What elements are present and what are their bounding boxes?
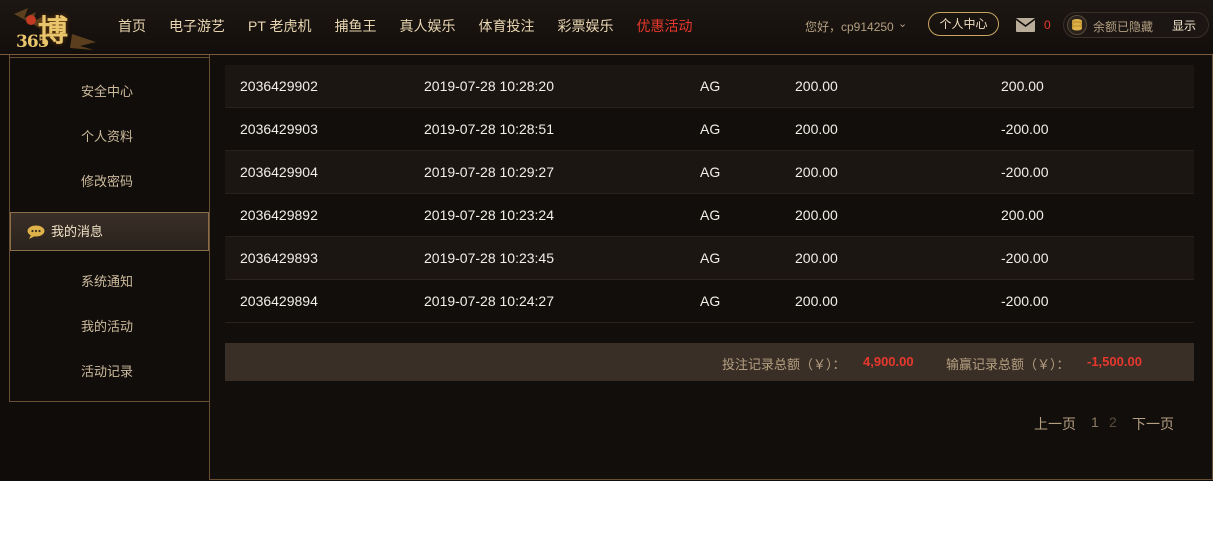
cell-win-loss: -200.00	[1001, 164, 1049, 180]
brand-logo[interactable]: 博 365	[10, 4, 100, 52]
sidebar: 安全中心 个人资料 修改密码 我的消息 系统通知 我的活动 活动记录	[9, 57, 210, 402]
cell-platform: AG	[700, 121, 721, 137]
sidebar-section-my-messages[interactable]: 我的消息	[10, 212, 209, 251]
nav-sports[interactable]: 体育投注	[479, 16, 535, 36]
cell-order-id: 2036429903	[240, 121, 318, 137]
table-row: 2036429903 2019-07-28 10:28:51 AG 200.00…	[225, 108, 1194, 151]
cell-platform: AG	[700, 250, 721, 266]
table-row: 2036429902 2019-07-28 10:28:20 AG 200.00…	[225, 65, 1194, 108]
cell-order-id: 2036429893	[240, 250, 318, 266]
cell-win-loss: -200.00	[1001, 121, 1049, 137]
table-row: 2036429904 2019-07-28 10:29:27 AG 200.00…	[225, 151, 1194, 194]
cell-time: 2019-07-28 10:23:24	[424, 207, 554, 223]
cell-time: 2019-07-28 10:28:20	[424, 78, 554, 94]
cell-bet-amount: 200.00	[795, 121, 838, 137]
bet-total-value: 4,900.00	[863, 354, 914, 369]
cell-time: 2019-07-28 10:23:45	[424, 250, 554, 266]
win-loss-total-label: 输赢记录总额（￥）：	[946, 357, 1070, 372]
chat-bubble-icon	[27, 225, 45, 239]
cell-time: 2019-07-28 10:24:27	[424, 293, 554, 309]
pagination-next-button[interactable]: 下一页	[1132, 414, 1174, 434]
sidebar-item-system-notice[interactable]: 系统通知	[10, 262, 209, 302]
nav-pt-slots[interactable]: PT 老虎机	[248, 16, 312, 36]
balance-box: 余额已隐藏 显示	[1063, 12, 1209, 38]
sidebar-item-change-password[interactable]: 修改密码	[10, 162, 209, 202]
sidebar-item-profile[interactable]: 个人资料	[10, 117, 209, 157]
cell-platform: AG	[700, 78, 721, 94]
sidebar-item-my-activities[interactable]: 我的活动	[10, 307, 209, 347]
table-row: 2036429894 2019-07-28 10:24:27 AG 200.00…	[225, 280, 1194, 323]
table-row: 2036429892 2019-07-28 10:23:24 AG 200.00…	[225, 194, 1194, 237]
main-content: 2036429902 2019-07-28 10:28:20 AG 200.00…	[209, 55, 1213, 480]
cell-bet-amount: 200.00	[795, 250, 838, 266]
nav-lottery[interactable]: 彩票娱乐	[558, 16, 614, 36]
pagination-prev-button[interactable]: 上一页	[1034, 414, 1076, 434]
cell-order-id: 2036429904	[240, 164, 318, 180]
nav-home[interactable]: 首页	[118, 16, 146, 36]
cell-time: 2019-07-28 10:29:27	[424, 164, 554, 180]
pagination-page-2[interactable]: 2	[1109, 414, 1117, 430]
cell-bet-amount: 200.00	[795, 293, 838, 309]
bet-records-table: 2036429902 2019-07-28 10:28:20 AG 200.00…	[225, 65, 1194, 323]
cell-bet-amount: 200.00	[795, 207, 838, 223]
cell-win-loss: -200.00	[1001, 250, 1049, 266]
cell-platform: AG	[700, 164, 721, 180]
mail-icon[interactable]	[1016, 18, 1035, 32]
cell-platform: AG	[700, 207, 721, 223]
win-loss-total-value: -1,500.00	[1087, 354, 1142, 369]
pagination-page-1[interactable]: 1	[1091, 414, 1099, 430]
chevron-down-icon[interactable]: ⌄	[898, 17, 907, 30]
bet-total-label: 投注记录总额（￥）：	[722, 357, 846, 372]
cell-order-id: 2036429894	[240, 293, 318, 309]
show-balance-button[interactable]: 显示	[1172, 17, 1196, 34]
cell-win-loss: -200.00	[1001, 293, 1049, 309]
sidebar-section-label: 我的消息	[51, 224, 104, 239]
nav-promotions[interactable]: 优惠活动	[637, 16, 693, 36]
cell-bet-amount: 200.00	[795, 78, 838, 94]
main-nav: 首页 电子游艺 PT 老虎机 捕鱼王 真人娱乐 体育投注 彩票娱乐 优惠活动	[118, 0, 716, 52]
cell-order-id: 2036429892	[240, 207, 318, 223]
coin-stack-icon	[1067, 15, 1087, 35]
sidebar-item-security-center[interactable]: 安全中心	[10, 72, 209, 112]
cell-win-loss: 200.00	[1001, 78, 1044, 94]
table-row: 2036429893 2019-07-28 10:23:45 AG 200.00…	[225, 237, 1194, 280]
sidebar-item-activity-records[interactable]: 活动记录	[10, 352, 209, 392]
app-window: 博 365 首页 电子游艺 PT 老虎机 捕鱼王 真人娱乐 体育投注 彩票娱乐 …	[0, 0, 1213, 481]
user-center-button[interactable]: 个人中心	[928, 12, 999, 36]
cell-time: 2019-07-28 10:28:51	[424, 121, 554, 137]
cell-win-loss: 200.00	[1001, 207, 1044, 223]
logo-number: 365	[16, 32, 49, 52]
totals-summary-bar: 投注记录总额（￥）： 4,900.00 输赢记录总额（￥）： -1,500.00	[225, 343, 1194, 381]
cell-platform: AG	[700, 293, 721, 309]
cell-bet-amount: 200.00	[795, 164, 838, 180]
nav-live-casino[interactable]: 真人娱乐	[400, 16, 456, 36]
top-header: 博 365 首页 电子游艺 PT 老虎机 捕鱼王 真人娱乐 体育投注 彩票娱乐 …	[0, 0, 1213, 55]
nav-fishing[interactable]: 捕鱼王	[335, 16, 377, 36]
cell-order-id: 2036429902	[240, 78, 318, 94]
user-greeting[interactable]: 您好，cp914250	[805, 18, 894, 35]
balance-hidden-text: 余额已隐藏	[1093, 20, 1154, 34]
nav-electronic-games[interactable]: 电子游艺	[169, 16, 225, 36]
mail-count-badge: 0	[1044, 18, 1051, 32]
